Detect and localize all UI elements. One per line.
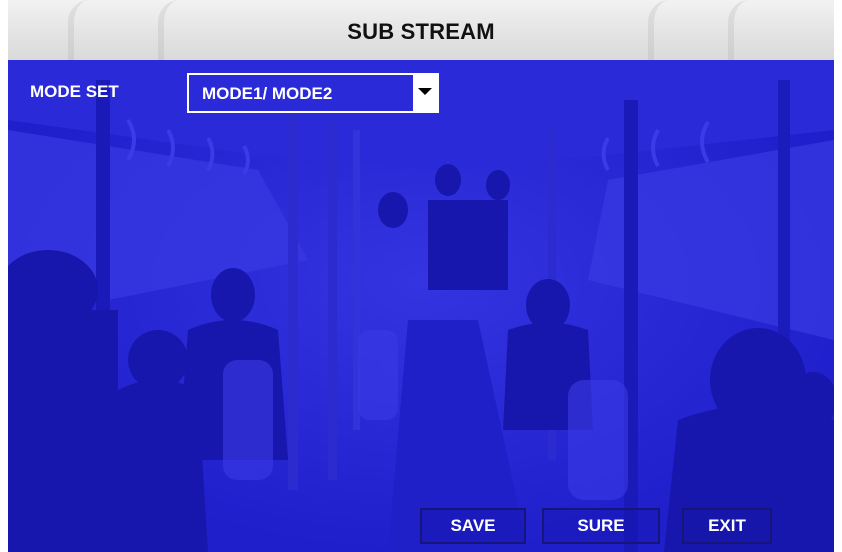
exit-button[interactable]: EXIT bbox=[682, 508, 772, 544]
mode-set-value: MODE1/ MODE2 bbox=[202, 83, 333, 103]
osd-screen: SUB STREAM MODE SET MODE1/ MODE2 SAVE SU… bbox=[0, 0, 842, 552]
mode-set-dropdown[interactable]: MODE1/ MODE2 bbox=[187, 73, 439, 113]
background-handrail bbox=[728, 0, 750, 60]
background-handrail bbox=[158, 0, 180, 60]
background-handrail bbox=[648, 0, 670, 60]
mode-set-label: MODE SET bbox=[30, 82, 119, 101]
title-bar: SUB STREAM bbox=[8, 0, 834, 60]
camera-background: MODE SET MODE1/ MODE2 SAVE SURE EXIT bbox=[8, 60, 834, 552]
chevron-down-icon[interactable] bbox=[413, 75, 437, 111]
sure-button[interactable]: SURE bbox=[542, 508, 660, 544]
save-button[interactable]: SAVE bbox=[420, 508, 526, 544]
page-title: SUB STREAM bbox=[347, 19, 495, 44]
background-handrail bbox=[68, 0, 90, 60]
bus-interior-image bbox=[8, 60, 834, 552]
